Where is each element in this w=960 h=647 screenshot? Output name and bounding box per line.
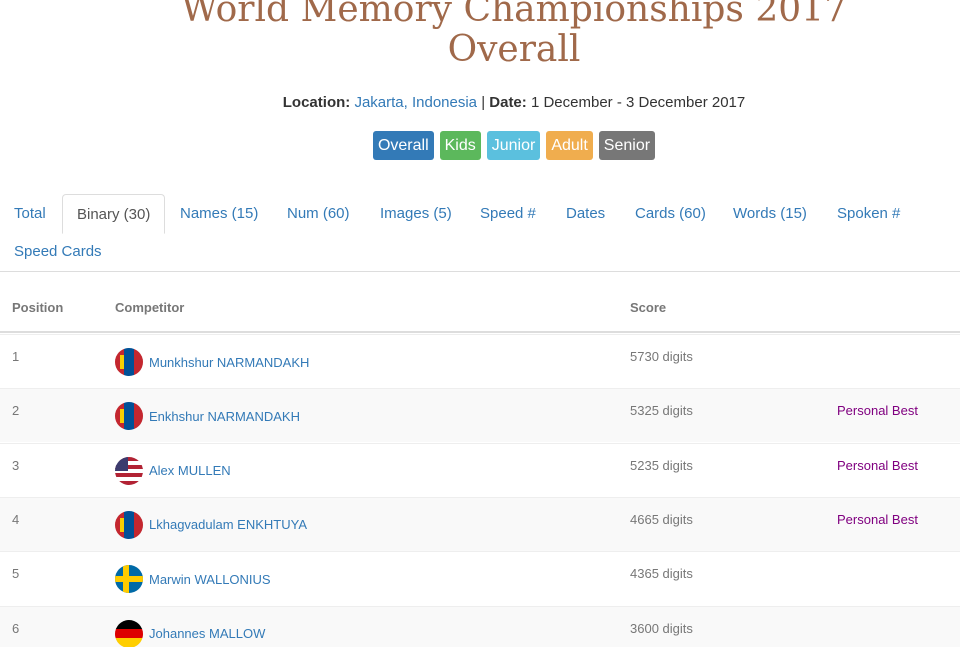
event-meta: Location: Jakarta, Indonesia | Date: 1 D…: [0, 94, 960, 111]
tab-total[interactable]: Total: [0, 194, 60, 234]
category-adult-button[interactable]: Adult: [546, 131, 593, 160]
location-link[interactable]: Jakarta, Indonesia: [354, 94, 477, 111]
row-position: 5: [12, 566, 20, 582]
title-line-2: Overall: [447, 29, 581, 70]
table-header: Position Competitor Score: [0, 290, 960, 333]
personal-best-label: Personal Best: [837, 511, 918, 527]
tab-images-5[interactable]: Images (5): [366, 194, 466, 234]
category-kids-button[interactable]: Kids: [439, 131, 481, 160]
tab-binary-30[interactable]: Binary (30): [62, 194, 166, 234]
row-competitor: Alex MULLEN: [115, 456, 231, 485]
row-position: 1: [12, 349, 20, 364]
discipline-tabs: Total Binary (30) Names (15) Num (60) Images…: [0, 194, 960, 272]
tab-names-15[interactable]: Names (15): [166, 194, 272, 234]
tab-words-15[interactable]: Words (15): [719, 194, 821, 234]
page-title: World Memory Championships 2017 Overall: [0, 0, 960, 70]
competitor-link[interactable]: Marwin WALLONIUS: [149, 572, 271, 587]
row-competitor: Lkhagvadulam ENKHTUYA: [115, 510, 307, 539]
competitor-link[interactable]: Enkhshur NARMANDAKH: [149, 409, 300, 424]
row-score: 5235 digits: [630, 457, 693, 473]
category-senior-button[interactable]: Senior: [598, 131, 656, 160]
mongolia-flag-icon: [115, 348, 143, 376]
competitor-link[interactable]: Lkhagvadulam ENKHTUYA: [149, 517, 307, 532]
personal-best-label: Personal Best: [837, 457, 918, 473]
title-line-1: World Memory Championships 2017: [181, 0, 847, 30]
competitor-link[interactable]: Johannes MALLOW: [149, 626, 265, 641]
table-row: 6 Johannes MALLOW 3600 digits: [0, 605, 960, 647]
mongolia-flag-icon: [115, 402, 143, 431]
tab-num-60[interactable]: Num (60): [273, 194, 364, 234]
row-position: 6: [12, 620, 20, 636]
table-row: 2 Enkhshur NARMANDAKH 5325 digits Personal …: [0, 388, 960, 443]
row-competitor: Marwin WALLONIUS: [115, 565, 271, 594]
competitor-link[interactable]: Munkhshur NARMANDAKH: [149, 355, 309, 370]
row-competitor: Enkhshur NARMANDAKH: [115, 402, 300, 431]
row-competitor: Johannes MALLOW: [115, 619, 265, 647]
category-junior-button[interactable]: Junior: [486, 131, 541, 160]
table-row: 4 Lkhagvadulam ENKHTUYA 4665 digits Persona…: [0, 496, 960, 551]
row-score: 4665 digits: [630, 511, 693, 527]
tab-speed[interactable]: Speed #: [466, 194, 550, 234]
header-position: Position: [12, 300, 64, 315]
germany-flag-icon: [115, 619, 143, 647]
header-competitor: Competitor: [115, 300, 185, 315]
date-value: 1 December - 3 December 2017: [530, 94, 746, 111]
row-score: 5325 digits: [630, 403, 693, 419]
tab-speed-cards[interactable]: Speed Cards: [0, 232, 116, 272]
row-score: 5730 digits: [630, 349, 693, 364]
sweden-flag-icon: [115, 565, 143, 594]
row-score: 4365 digits: [630, 566, 693, 582]
row-score: 3600 digits: [630, 620, 693, 636]
tab-dates[interactable]: Dates: [552, 194, 619, 234]
category-overall-button[interactable]: Overall: [372, 131, 434, 160]
tab-spoken[interactable]: Spoken #: [823, 194, 914, 234]
tab-cards-60[interactable]: Cards (60): [621, 194, 720, 234]
header-score: Score: [630, 300, 667, 315]
row-competitor: Munkhshur NARMANDAKH: [115, 348, 309, 376]
table-row: 3 Alex MULLEN 5235 digits Personal Best: [0, 442, 960, 497]
table-row: 5 Marwin WALLONIUS 4365 digits: [0, 551, 960, 605]
personal-best-label: Personal Best: [837, 403, 918, 419]
table-row: 1 Munkhshur NARMANDAKH 5730 digits: [0, 334, 960, 388]
date-label: Date:: [489, 94, 527, 111]
location-label: Location:: [282, 94, 351, 111]
meta-separator: |: [481, 94, 486, 111]
row-position: 2: [12, 403, 20, 419]
competitor-link[interactable]: Alex MULLEN: [149, 463, 231, 478]
category-filter: Overall Kids Junior Adult Senior: [0, 131, 960, 160]
row-position: 4: [12, 511, 20, 527]
mongolia-flag-icon: [115, 510, 143, 539]
row-position: 3: [12, 457, 20, 473]
usa-flag-icon: [115, 456, 143, 485]
